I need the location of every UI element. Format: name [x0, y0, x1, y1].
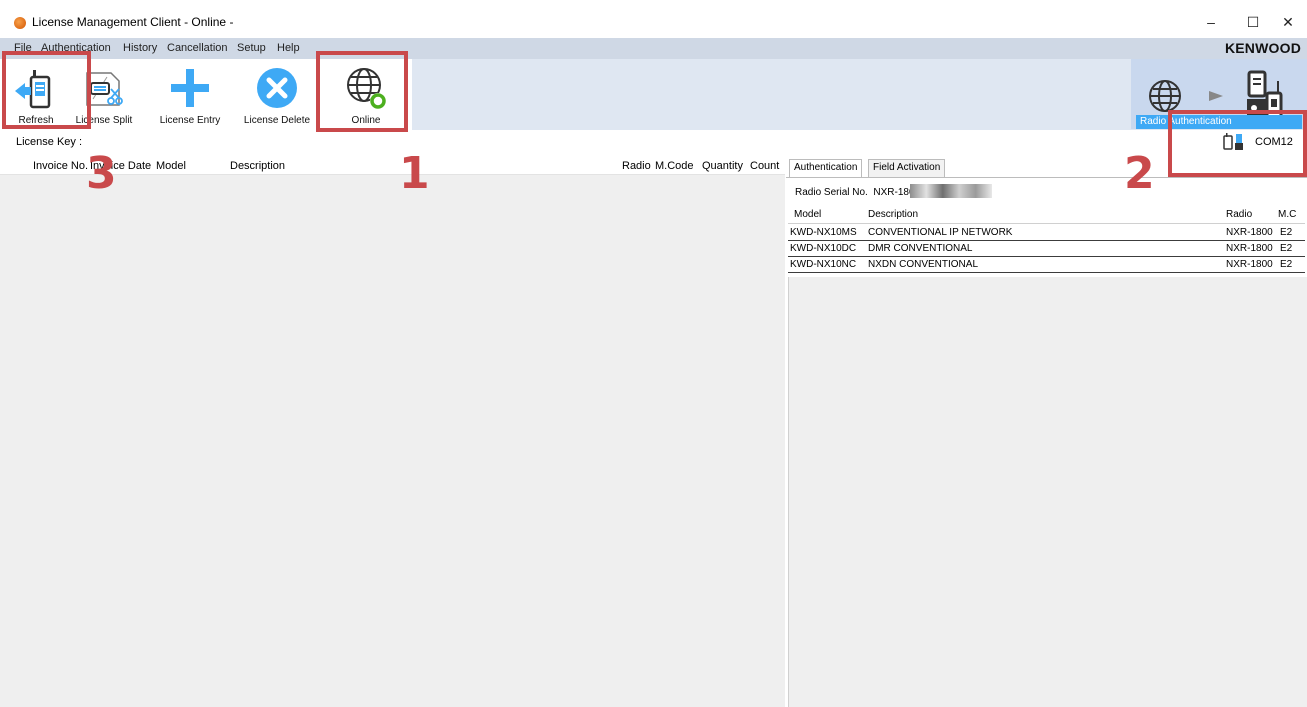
row-model: KWD-NX10NC	[790, 259, 857, 270]
menu-history[interactable]: History	[123, 42, 157, 54]
right-panel: Authentication Field Activation Radio Se…	[786, 157, 1307, 707]
delete-x-icon	[257, 68, 297, 108]
row-mcode: E2	[1280, 259, 1293, 270]
column-radio[interactable]: Radio	[622, 160, 651, 172]
row-description: DMR CONVENTIONAL	[868, 243, 973, 254]
radio-serial-caption: Radio Serial No.	[795, 187, 868, 198]
column-description[interactable]: Description	[868, 209, 918, 220]
table-row[interactable]: KWD-NX10DC DMR CONVENTIONAL NXR-1800 E2	[788, 242, 1305, 257]
row-radio: NXR-1800	[1226, 243, 1273, 254]
column-model[interactable]: Model	[794, 209, 821, 220]
column-description[interactable]: Description	[230, 160, 285, 172]
row-radio: NXR-1800	[1226, 227, 1273, 238]
table-row[interactable]: KWD-NX10MS CONVENTIONAL IP NETWORK NXR-1…	[788, 226, 1305, 241]
auth-table-empty-area[interactable]	[788, 277, 1307, 707]
tab-authentication[interactable]: Authentication	[789, 159, 863, 177]
license-delete-label: License Delete	[243, 115, 311, 126]
column-mcode[interactable]: M.C	[1278, 209, 1296, 220]
row-mcode: E2	[1280, 227, 1293, 238]
license-table-body[interactable]	[0, 175, 785, 707]
license-entry-button[interactable]: License Entry	[150, 59, 230, 130]
highlight-online	[316, 51, 408, 132]
column-invoice-no[interactable]: Invoice No.	[33, 160, 88, 172]
title-bar: License Management Client - Online - – ☐…	[0, 0, 1307, 38]
column-radio[interactable]: Radio	[1226, 209, 1252, 220]
column-mcode[interactable]: M.Code	[655, 160, 694, 172]
tab-divider	[786, 177, 1307, 178]
license-entry-label: License Entry	[159, 115, 221, 126]
license-key-label: License Key :	[16, 136, 83, 148]
annotation-number-3: 3	[86, 148, 117, 199]
tab-field-activation[interactable]: Field Activation	[868, 159, 946, 177]
plus-icon	[171, 69, 209, 107]
serial-redacted	[910, 184, 992, 198]
column-count[interactable]: Count	[750, 160, 779, 172]
row-radio: NXR-1800	[1226, 259, 1273, 270]
row-model: KWD-NX10DC	[790, 243, 857, 254]
menu-help[interactable]: Help	[277, 42, 300, 54]
app-icon	[14, 17, 26, 29]
annotation-number-1: 1	[399, 148, 430, 199]
radio-serial-label: Radio Serial No. NXR-1800/	[795, 187, 923, 198]
close-button[interactable]: ✕	[1265, 8, 1307, 36]
toolbar: Refresh License Split License Entry Lice…	[0, 59, 1307, 130]
highlight-com-port	[1168, 110, 1307, 177]
window-title: License Management Client - Online -	[32, 15, 234, 29]
column-quantity[interactable]: Quantity	[702, 160, 743, 172]
table-row[interactable]: KWD-NX10NC NXDN CONVENTIONAL NXR-1800 E2	[788, 258, 1305, 273]
brand-logo: KENWOOD	[1224, 40, 1301, 56]
column-model[interactable]: Model	[156, 160, 186, 172]
menu-setup[interactable]: Setup	[237, 42, 266, 54]
minimize-button[interactable]: –	[1188, 8, 1234, 36]
menu-cancellation[interactable]: Cancellation	[167, 42, 228, 54]
row-description: NXDN CONVENTIONAL	[868, 259, 979, 270]
highlight-refresh	[2, 51, 91, 129]
license-table-header: Invoice No. Invoice Date Model Descripti…	[0, 157, 785, 175]
row-mcode: E2	[1280, 243, 1293, 254]
annotation-number-2: 2	[1124, 148, 1155, 199]
license-delete-button[interactable]: License Delete	[236, 59, 318, 130]
auth-table-header: Model Description Radio M.C	[788, 206, 1305, 224]
menu-bar: File Authentication History Cancellation…	[0, 38, 1307, 59]
row-model: KWD-NX10MS	[790, 227, 857, 238]
row-description: CONVENTIONAL IP NETWORK	[868, 227, 1013, 238]
